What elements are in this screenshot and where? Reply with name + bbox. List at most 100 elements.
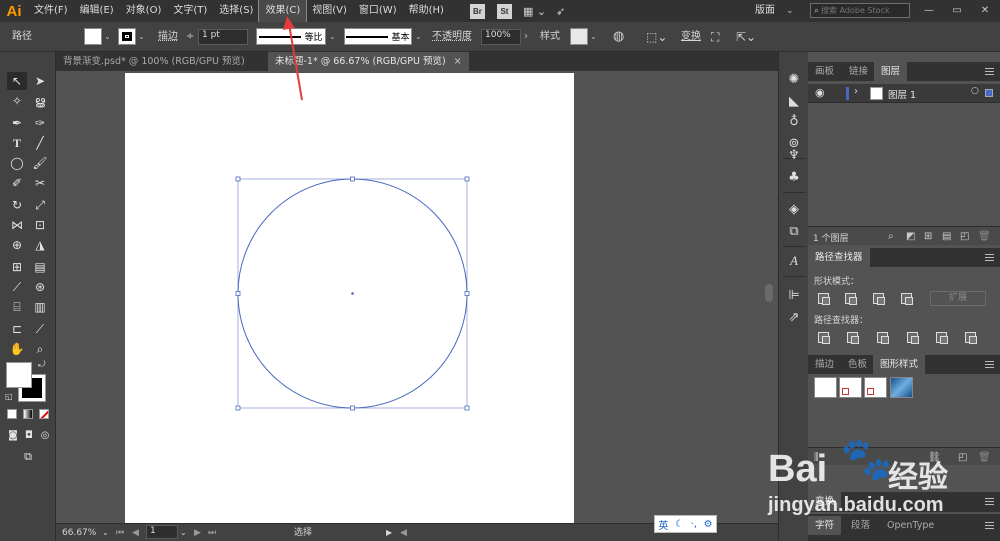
zoom-level[interactable]: 66.67% (62, 526, 96, 540)
tab-layers[interactable]: 图层 (874, 62, 908, 81)
new-sublayer-icon[interactable]: ⊞ (924, 231, 932, 242)
brushes-panel-icon[interactable]: ♆ (784, 146, 804, 164)
moon-icon[interactable]: ☾ (675, 519, 684, 530)
asset-export-icon[interactable]: ⧉ (784, 222, 804, 240)
bridge-button[interactable]: Br (469, 3, 485, 19)
chevron-down-icon[interactable]: ⌄ (329, 29, 336, 45)
pen-tool-icon[interactable]: ✒ (7, 114, 27, 132)
export-panel-icon[interactable]: ⇗ (784, 308, 804, 326)
draw-inside-icon[interactable]: ◎ (35, 426, 55, 444)
curvature-tool-icon[interactable]: ✑ (30, 114, 50, 132)
trash-icon[interactable]: 🗑 (978, 231, 991, 242)
status-menu-arrow-icon[interactable]: ▶ (386, 526, 392, 540)
menu-object[interactable]: 对象(O) (120, 0, 168, 22)
punctuation-icon[interactable]: ·, (691, 519, 697, 530)
tab-artboards[interactable]: 画板 (808, 62, 841, 81)
perspective-grid-tool-icon[interactable]: ⊞ (7, 258, 27, 276)
free-transform-tool-icon[interactable]: ⊡ (30, 216, 50, 234)
tab-opentype[interactable]: OpenType (880, 516, 941, 535)
stroke-swatch[interactable] (118, 28, 136, 45)
tab-paragraph[interactable]: 段落 (844, 516, 877, 535)
align-to-icon[interactable]: ⬚⌄ (646, 29, 667, 45)
stroke-weight-field[interactable]: 1 pt (198, 29, 248, 45)
handle-right[interactable] (464, 291, 470, 296)
style-blue-pattern[interactable] (890, 377, 913, 398)
break-link-icon[interactable]: ⛓ (928, 452, 941, 463)
lasso-tool-icon[interactable]: ൠ (30, 92, 50, 110)
visibility-eye-icon[interactable]: ◉ (815, 86, 825, 99)
exclude-button[interactable] (901, 293, 913, 305)
handle-bottom-right[interactable] (464, 405, 470, 411)
trim-button[interactable] (847, 332, 859, 344)
menu-help[interactable]: 帮助(H) (403, 0, 450, 22)
stock-search-input[interactable] (821, 6, 902, 15)
gradient-mode-icon[interactable] (23, 409, 33, 419)
stock-search[interactable]: ⌕ (810, 3, 910, 18)
intersect-button[interactable] (873, 293, 885, 305)
menu-select[interactable]: 选择(S) (213, 0, 259, 22)
chevron-right-icon[interactable]: › (524, 29, 528, 45)
first-artboard-icon[interactable]: ⏮ (116, 526, 124, 540)
close-tab-icon[interactable]: × (454, 56, 462, 67)
last-artboard-icon[interactable]: ⏭ (208, 526, 216, 540)
style-libraries-icon[interactable]: ⫼ (814, 452, 819, 463)
handle-bottom[interactable] (350, 405, 355, 411)
line-tool-icon[interactable]: ╱ (30, 134, 50, 152)
target-icon[interactable]: ○ (971, 86, 979, 96)
default-fill-stroke-icon[interactable]: ◱ (5, 392, 13, 401)
scissors-tool-icon[interactable]: ✂ (30, 174, 50, 192)
live-paint-bucket-icon[interactable]: ◮ (30, 236, 50, 254)
merge-button[interactable] (877, 332, 889, 344)
color-mode-icon[interactable] (7, 409, 17, 419)
handle-top[interactable] (350, 176, 355, 182)
arrange-icon[interactable]: ⇱⌄ (736, 29, 756, 45)
tab-links[interactable]: 链接 (842, 62, 875, 81)
tab-character[interactable]: 字符 (808, 516, 842, 535)
trash-icon[interactable]: 🗑 (978, 452, 991, 463)
style-red-stroke[interactable] (864, 377, 887, 398)
canvas-area[interactable] (56, 71, 778, 523)
new-layer-page-icon[interactable]: ◰ (960, 231, 969, 242)
arrange-documents-icon[interactable]: ▦ ⌄ (523, 5, 546, 18)
outline-button[interactable] (936, 332, 948, 344)
brush-definition[interactable]: 基本 (344, 28, 412, 45)
gpu-performance-icon[interactable]: ➶ (556, 5, 565, 18)
scroll-left-icon[interactable]: ◀ (400, 526, 407, 540)
fill-swatch[interactable] (84, 28, 102, 45)
color-panel-icon[interactable]: ✺ (784, 70, 804, 88)
tab-background-gradient[interactable]: 背景渐变.psd* @ 100% (RGB/GPU 预览) (56, 52, 252, 71)
appearance-panel-icon[interactable]: ♁ (784, 112, 804, 130)
opacity-label[interactable]: 不透明度 (432, 29, 472, 45)
character-panel-icon[interactable]: A (784, 252, 804, 270)
none-mode-icon[interactable] (39, 409, 49, 419)
scale-tool-icon[interactable]: ⤢ (30, 196, 50, 214)
layer-name[interactable]: 图层 1 (888, 87, 916, 101)
fill-color-box[interactable] (6, 362, 32, 388)
chevron-down-icon[interactable]: ⌄ (138, 29, 145, 45)
color-guide-icon[interactable]: ◣ (784, 92, 804, 110)
close-icon[interactable]: ✕ (974, 2, 996, 20)
tab-swatches[interactable]: 色板 (841, 355, 874, 374)
transform-link[interactable]: 变换 (681, 29, 701, 45)
new-layer-icon[interactable]: ▤ (942, 231, 951, 242)
opacity-field[interactable]: 100% (481, 29, 521, 45)
clipping-mask-icon[interactable]: ◩ (906, 231, 915, 242)
magic-wand-tool-icon[interactable]: ✧ (7, 92, 27, 110)
symbols-panel-icon[interactable]: ♣ (784, 168, 804, 186)
ime-language[interactable]: 英 (658, 517, 668, 532)
panel-menu-icon[interactable] (985, 254, 994, 261)
chevron-down-icon[interactable]: ⌄ (786, 3, 794, 19)
tab-pathfinder[interactable]: 路径查找器 (808, 248, 870, 267)
expand-button[interactable]: 扩展 (930, 291, 986, 306)
panel-menu-icon[interactable] (985, 68, 994, 75)
direct-selection-tool-icon[interactable]: ➤ (30, 72, 50, 90)
locate-object-icon[interactable]: ⌕ (888, 231, 894, 242)
style-none[interactable] (839, 377, 862, 398)
stroke-label[interactable]: 描边 (158, 29, 178, 45)
stock-button[interactable]: St (496, 3, 512, 19)
workspace-switcher[interactable]: 版面 (755, 3, 775, 19)
next-artboard-icon[interactable]: ▶ (194, 526, 201, 540)
blend-tool-icon[interactable]: ⊛ (30, 278, 50, 296)
minus-back-button[interactable] (965, 332, 977, 344)
width-tool-icon[interactable]: ⋈ (7, 216, 27, 234)
